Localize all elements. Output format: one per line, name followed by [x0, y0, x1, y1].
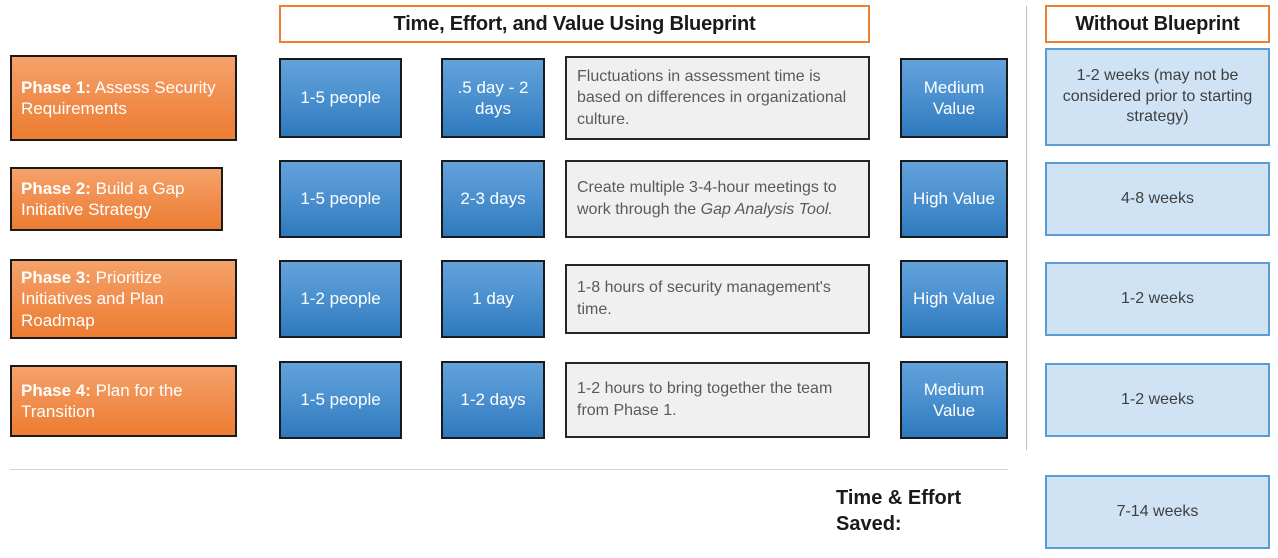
- value-label: High Value: [913, 189, 995, 209]
- main-banner: Time, Effort, and Value Using Blueprint: [279, 5, 870, 43]
- note-italic-text: Gap Analysis Tool.: [700, 201, 833, 218]
- without-blueprint-value: 1-2 weeks: [1121, 289, 1194, 307]
- people-label: 1-5 people: [300, 88, 381, 108]
- phase-box: Phase 3: Prioritize Initiatives and Plan…: [10, 259, 237, 339]
- phase-box: Phase 4: Plan for the Transition: [10, 365, 237, 437]
- phase-lead-label: Phase 4:: [21, 380, 91, 400]
- time-label: .5 day - 2 days: [457, 77, 529, 118]
- phase-lead-label: Phase 3:: [21, 268, 91, 288]
- without-blueprint-value: 4-8 weeks: [1121, 189, 1194, 207]
- note-text: 1-8 hours of security management's time.: [577, 279, 831, 318]
- time-label: 2-3 days: [460, 189, 526, 209]
- phase-lead-label: Phase 1:: [21, 77, 91, 97]
- people-label: 1-5 people: [300, 189, 381, 209]
- without-blueprint-label: Without Blueprint: [1075, 12, 1240, 35]
- vertical-divider: [1026, 6, 1027, 450]
- value-box: High Value: [900, 260, 1008, 338]
- people-label: 1-5 people: [300, 390, 381, 410]
- without-blueprint-value: 1-2 weeks: [1121, 390, 1194, 408]
- phase-box: Phase 2: Build a Gap Initiative Strategy: [10, 167, 223, 231]
- time-label: 1-2 days: [460, 390, 526, 410]
- without-blueprint-box: 4-8 weeks: [1045, 162, 1270, 236]
- value-label: Medium Value: [923, 379, 985, 420]
- people-box: 1-5 people: [279, 160, 402, 238]
- value-label: Medium Value: [923, 77, 985, 118]
- note-box: Fluctuations in assessment time is based…: [565, 56, 870, 140]
- time-box: 1 day: [441, 260, 545, 338]
- total-saved-value: 7-14 weeks: [1116, 502, 1199, 520]
- time-label: 1 day: [472, 289, 514, 309]
- phase-box: Phase 1: Assess Security Requirements: [10, 55, 237, 141]
- time-box: .5 day - 2 days: [441, 58, 545, 138]
- people-box: 1-5 people: [279, 58, 402, 138]
- without-blueprint-box: 1-2 weeks: [1045, 363, 1270, 437]
- time-box: 2-3 days: [441, 160, 545, 238]
- without-blueprint-banner: Without Blueprint: [1045, 5, 1270, 43]
- infographic-canvas: Time, Effort, and Value Using Blueprint …: [0, 0, 1278, 558]
- note-box: Create multiple 3-4-hour meetings to wor…: [565, 160, 870, 238]
- time-box: 1-2 days: [441, 361, 545, 439]
- horizontal-divider: [10, 469, 1008, 470]
- main-banner-label: Time, Effort, and Value Using Blueprint: [393, 12, 756, 35]
- value-box: Medium Value: [900, 361, 1008, 439]
- without-blueprint-value: 1-2 weeks (may not be considered prior t…: [1062, 66, 1253, 126]
- phase-lead-label: Phase 2:: [21, 178, 91, 198]
- without-blueprint-box: 1-2 weeks: [1045, 262, 1270, 336]
- value-box: Medium Value: [900, 58, 1008, 138]
- note-box: 1-2 hours to bring together the team fro…: [565, 362, 870, 438]
- total-saved-box: 7-14 weeks: [1045, 475, 1270, 549]
- note-text: Fluctuations in assessment time is based…: [577, 67, 847, 128]
- time-effort-saved-label: Time & Effort Saved:: [836, 487, 962, 535]
- value-box: High Value: [900, 160, 1008, 238]
- people-box: 1-5 people: [279, 361, 402, 439]
- people-label: 1-2 people: [300, 289, 381, 309]
- value-label: High Value: [913, 289, 995, 309]
- note-box: 1-8 hours of security management's time.: [565, 264, 870, 334]
- without-blueprint-box: 1-2 weeks (may not be considered prior t…: [1045, 48, 1270, 146]
- people-box: 1-2 people: [279, 260, 402, 338]
- note-text: 1-2 hours to bring together the team fro…: [577, 380, 833, 419]
